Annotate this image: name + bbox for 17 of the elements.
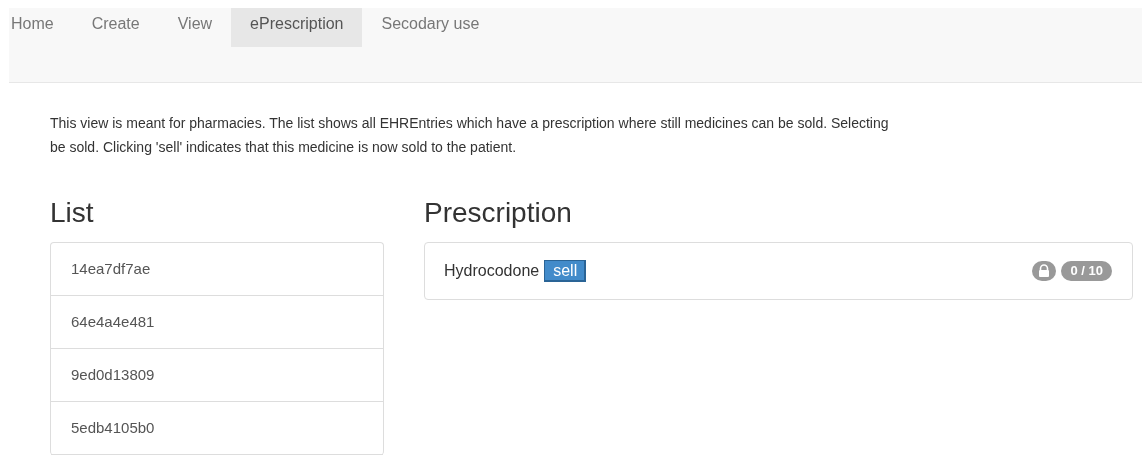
- nav-tab[interactable]: Secodary use: [362, 8, 499, 47]
- list-item[interactable]: 14ea7df7ae: [51, 243, 383, 296]
- sell-button[interactable]: sell: [544, 260, 587, 282]
- intro-text: This view is meant for pharmacies. The list shows all EHREntries which have a prescription where still medicines can be sold. Selecting: [50, 114, 890, 133]
- nav-tab[interactable]: ePrescription: [231, 8, 363, 47]
- medicine-name: Hydrocodone: [444, 262, 540, 280]
- prescription-heading: Prescription: [424, 197, 573, 229]
- nav-tab[interactable]: View: [158, 8, 232, 47]
- count-badge: 0 / 10: [1061, 261, 1112, 281]
- list-item[interactable]: 9ed0d13809: [51, 349, 383, 402]
- intro-text: be sold. Clicking 'sell' indicates that this medicine is now sold to the patient.: [50, 138, 518, 157]
- lock-icon: [1032, 261, 1057, 281]
- nav-tab[interactable]: Home: [9, 8, 73, 47]
- list-item[interactable]: 64e4a4e481: [51, 296, 383, 349]
- nav-tab[interactable]: Create: [72, 8, 159, 47]
- list-item[interactable]: 5edb4105b0: [51, 402, 383, 455]
- list-heading: List: [50, 197, 95, 229]
